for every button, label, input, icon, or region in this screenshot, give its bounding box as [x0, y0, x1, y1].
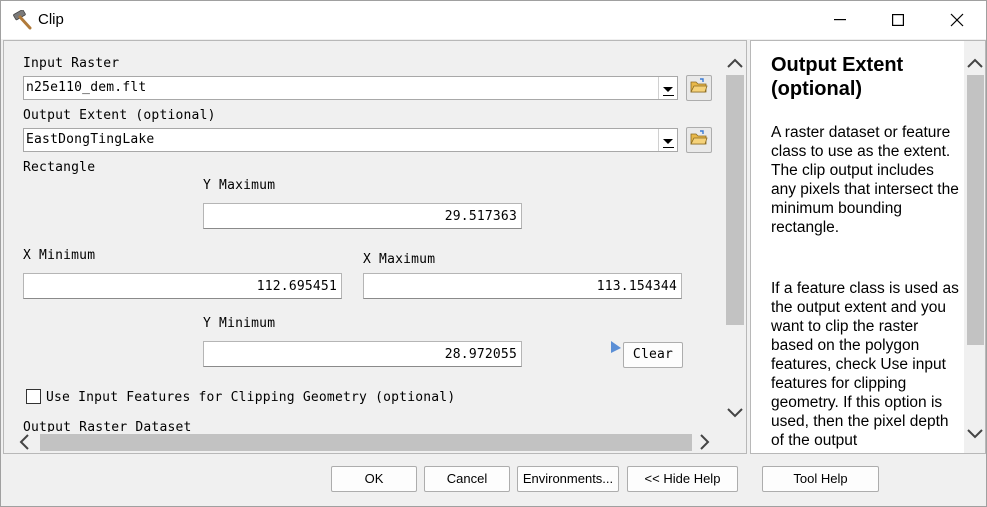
help-panel: Output Extent (optional) A raster datase…	[750, 40, 986, 454]
minimize-button[interactable]	[811, 1, 869, 39]
minimize-icon	[834, 19, 846, 21]
rectangle-label: Rectangle	[23, 160, 96, 175]
help-title: Output Extent (optional)	[771, 54, 904, 100]
maximize-icon	[892, 14, 904, 26]
title-bar: Clip	[1, 1, 986, 39]
input-raster-label: Input Raster	[23, 56, 120, 71]
x-minimum-input[interactable]: 112.695451	[23, 273, 342, 299]
window-title: Clip	[38, 11, 64, 28]
y-maximum-value: 29.517363	[444, 209, 517, 224]
y-maximum-input[interactable]: 29.517363	[203, 203, 522, 229]
scrollbar-thumb[interactable]	[726, 75, 744, 325]
maximize-button[interactable]	[869, 1, 927, 39]
scroll-up-icon[interactable]	[967, 55, 983, 73]
clip-dialog: Clip Input Raster n25e110_dem.flt Output…	[0, 0, 987, 507]
parameters-panel: Input Raster n25e110_dem.flt Output Exte…	[3, 40, 747, 454]
cancel-button[interactable]: Cancel	[424, 466, 510, 492]
scroll-right-icon[interactable]	[700, 434, 710, 453]
parameters-vertical-scrollbar[interactable]	[723, 41, 746, 426]
x-minimum-label: X Minimum	[23, 248, 96, 263]
parameters-horizontal-scrollbar[interactable]	[16, 432, 716, 452]
output-extent-browse-button[interactable]	[686, 127, 712, 153]
scroll-down-icon[interactable]	[967, 426, 983, 444]
x-minimum-value: 112.695451	[256, 279, 337, 294]
x-maximum-value: 113.154344	[596, 279, 677, 294]
y-minimum-value: 28.972055	[444, 347, 517, 362]
help-vertical-scrollbar[interactable]	[964, 41, 985, 453]
scroll-left-icon[interactable]	[19, 434, 29, 453]
clear-button[interactable]: Clear	[623, 342, 683, 368]
help-paragraph-1: A raster dataset or feature class to use…	[771, 124, 959, 236]
tool-help-button[interactable]: Tool Help	[762, 466, 879, 492]
use-input-features-checkbox[interactable]	[26, 389, 41, 404]
x-maximum-input[interactable]: 113.154344	[363, 273, 682, 299]
close-button[interactable]	[928, 1, 986, 39]
use-input-features-label: Use Input Features for Clipping Geometry…	[46, 390, 456, 405]
scroll-up-icon[interactable]	[727, 55, 743, 73]
input-raster-combo[interactable]: n25e110_dem.flt	[23, 76, 678, 100]
folder-open-icon	[690, 77, 708, 99]
x-maximum-label: X Maximum	[363, 252, 436, 267]
output-extent-value: EastDongTingLake	[26, 132, 155, 147]
chevron-down-icon[interactable]	[658, 129, 677, 151]
environments-button[interactable]: Environments...	[517, 466, 619, 492]
hide-help-button[interactable]: << Hide Help	[627, 466, 738, 492]
help-pointer-icon	[609, 340, 623, 359]
folder-open-icon	[690, 129, 708, 151]
chevron-down-icon[interactable]	[658, 77, 677, 99]
help-paragraph-2: If a feature class is used as the output…	[771, 280, 959, 449]
close-icon	[950, 13, 964, 27]
scrollbar-thumb[interactable]	[40, 434, 692, 451]
y-minimum-input[interactable]: 28.972055	[203, 341, 522, 367]
input-raster-value: n25e110_dem.flt	[26, 80, 147, 95]
ok-button[interactable]: OK	[331, 466, 417, 492]
hammer-icon	[11, 9, 33, 30]
y-minimum-label: Y Minimum	[203, 316, 276, 331]
output-extent-label: Output Extent (optional)	[23, 108, 216, 123]
input-raster-browse-button[interactable]	[686, 75, 712, 101]
y-maximum-label: Y Maximum	[203, 178, 276, 193]
output-extent-combo[interactable]: EastDongTingLake	[23, 128, 678, 152]
scroll-down-icon[interactable]	[727, 405, 743, 423]
scrollbar-thumb[interactable]	[967, 75, 984, 345]
